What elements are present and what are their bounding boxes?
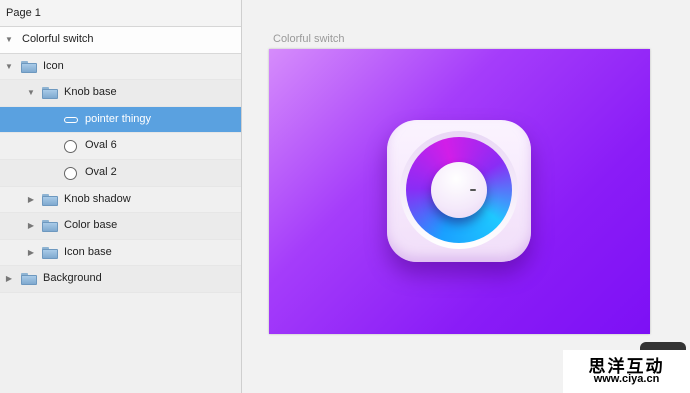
layer-label-oval2: Oval 2 <box>85 165 117 178</box>
layer-label-knob-base: Knob base <box>64 86 117 99</box>
layer-row-color-base[interactable]: ▶ Color base <box>0 213 241 240</box>
disclosure-open-icon[interactable]: ▼ <box>4 54 14 80</box>
layer-row-knob-base[interactable]: ▼ Knob base <box>0 80 241 107</box>
artboard-title[interactable]: Colorful switch <box>273 33 345 45</box>
oval-icon <box>64 166 77 180</box>
watermark: 思洋互动 www.ciya.cn <box>563 350 690 393</box>
layer-row-oval2[interactable]: Oval 2 <box>0 159 241 187</box>
disclosure-open-icon[interactable]: ▼ <box>4 27 14 53</box>
layer-label-artboard: Colorful switch <box>22 33 94 45</box>
disclosure-closed-icon[interactable]: ▶ <box>26 187 36 213</box>
color-ring <box>406 137 512 243</box>
disclosure-open-icon[interactable]: ▼ <box>26 80 36 106</box>
layer-row-artboard[interactable]: ▼ Colorful switch <box>0 27 241 54</box>
knob-pointer[interactable] <box>470 189 476 191</box>
folder-icon <box>21 60 37 73</box>
layers-panel: Page 1 ▼ Colorful switch ▼ Icon ▼ Knob b… <box>0 0 242 393</box>
artboard[interactable] <box>269 49 650 334</box>
layer-label-background: Background <box>43 272 102 285</box>
folder-icon <box>42 193 58 206</box>
folder-icon <box>21 273 37 286</box>
disclosure-closed-icon[interactable]: ▶ <box>26 240 36 266</box>
knob-outer-ring <box>400 131 518 249</box>
page-title[interactable]: Page 1 <box>0 0 241 27</box>
layer-row-icon-base[interactable]: ▶ Icon base <box>0 240 241 267</box>
folder-icon <box>42 220 58 233</box>
layer-row-background[interactable]: ▶ Background <box>0 266 241 293</box>
knob[interactable] <box>431 162 487 218</box>
layer-label-pointer-thingy: pointer thingy <box>85 112 152 125</box>
folder-icon <box>42 87 58 100</box>
disclosure-closed-icon[interactable]: ▶ <box>4 266 14 292</box>
folder-icon <box>42 246 58 259</box>
layer-label-icon-base: Icon base <box>64 245 112 258</box>
layer-label-icon: Icon <box>43 59 64 72</box>
layer-row-icon[interactable]: ▼ Icon <box>0 54 241 81</box>
layer-label-knob-shadow: Knob shadow <box>64 192 131 205</box>
layer-label-oval6: Oval 6 <box>85 139 117 152</box>
disclosure-closed-icon[interactable]: ▶ <box>26 213 36 239</box>
layer-label-color-base: Color base <box>64 219 118 232</box>
oval-icon <box>64 140 77 154</box>
layer-row-oval6[interactable]: Oval 6 <box>0 133 241 160</box>
watermark-url: www.ciya.cn <box>593 373 660 385</box>
layer-row-pointer-thingy[interactable]: pointer thingy <box>0 106 241 134</box>
rounded-rect-icon <box>64 116 78 123</box>
app-icon[interactable] <box>387 120 531 262</box>
layer-row-knob-shadow[interactable]: ▶ Knob shadow <box>0 187 241 214</box>
